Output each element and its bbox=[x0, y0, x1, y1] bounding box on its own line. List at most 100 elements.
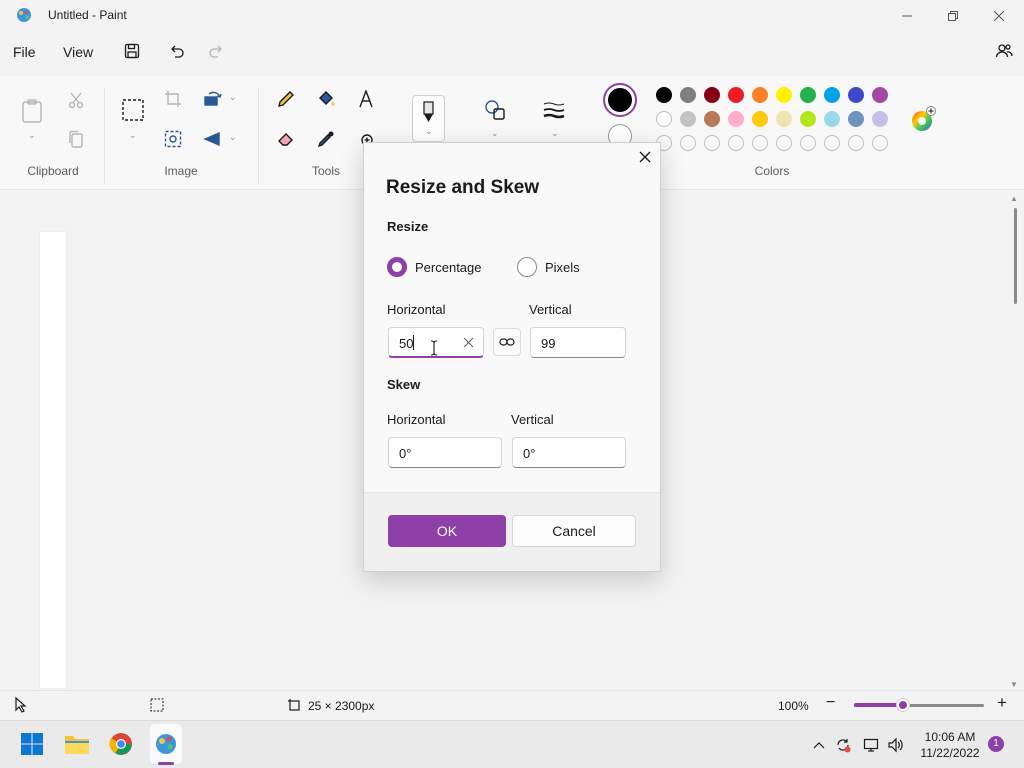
color-swatch[interactable] bbox=[848, 87, 864, 103]
pencil-icon bbox=[278, 91, 294, 107]
eraser-button[interactable] bbox=[274, 127, 298, 151]
shapes-chevron-icon[interactable]: ⌄ bbox=[491, 128, 499, 139]
percentage-radio-label[interactable]: Percentage bbox=[415, 260, 482, 275]
color-swatch[interactable] bbox=[728, 87, 744, 103]
dialog-title: Resize and Skew bbox=[386, 177, 540, 198]
color-swatch[interactable] bbox=[872, 87, 888, 103]
color-swatch[interactable] bbox=[872, 111, 888, 127]
color-swatch[interactable] bbox=[728, 111, 744, 127]
size-button[interactable] bbox=[542, 98, 566, 122]
selection-button[interactable] bbox=[120, 97, 146, 123]
flip-chevron-icon[interactable]: ⌄ bbox=[229, 132, 237, 143]
paste-button[interactable] bbox=[20, 98, 44, 124]
custom-color-slot[interactable] bbox=[824, 135, 840, 151]
maintain-aspect-ratio-toggle[interactable] bbox=[493, 328, 521, 356]
color-swatch[interactable] bbox=[752, 111, 768, 127]
color-swatch[interactable] bbox=[824, 111, 840, 127]
sync-alert-icon bbox=[837, 739, 851, 753]
sync-tray-button[interactable] bbox=[834, 736, 852, 754]
color-swatch[interactable] bbox=[800, 111, 816, 127]
paint-taskbar-button[interactable] bbox=[150, 728, 182, 760]
color-swatch[interactable] bbox=[680, 87, 696, 103]
zoom-slider-thumb[interactable] bbox=[897, 699, 909, 711]
custom-color-slot[interactable] bbox=[704, 135, 720, 151]
color-picker-button[interactable] bbox=[314, 127, 338, 151]
cut-button[interactable] bbox=[64, 88, 88, 112]
color-swatch[interactable] bbox=[656, 111, 672, 127]
network-tray-button[interactable] bbox=[862, 736, 880, 754]
redo-button[interactable] bbox=[205, 40, 227, 62]
taskbar-clock[interactable]: 10:06 AM 11/22/2022 bbox=[914, 729, 986, 761]
vertical-scrollbar-thumb[interactable] bbox=[1014, 208, 1017, 304]
clear-input-icon[interactable] bbox=[463, 336, 474, 351]
image-select-button[interactable] bbox=[161, 127, 185, 151]
paste-chevron-icon[interactable]: ⌄ bbox=[28, 130, 36, 141]
ok-button[interactable]: OK bbox=[388, 515, 506, 547]
rotate-button[interactable] bbox=[201, 87, 225, 111]
primary-color-button[interactable] bbox=[603, 83, 637, 117]
copy-button[interactable] bbox=[64, 127, 88, 151]
scroll-down-arrow[interactable]: ▼ bbox=[1010, 680, 1018, 689]
close-button[interactable] bbox=[976, 0, 1022, 32]
color-swatch[interactable] bbox=[776, 111, 792, 127]
zoom-slider-fill bbox=[854, 703, 903, 707]
save-button[interactable] bbox=[121, 40, 143, 62]
color-swatch[interactable] bbox=[704, 111, 720, 127]
file-explorer-button[interactable] bbox=[61, 728, 93, 760]
custom-color-slot[interactable] bbox=[776, 135, 792, 151]
selection-chevron-icon[interactable]: ⌄ bbox=[129, 130, 137, 141]
crop-button[interactable] bbox=[161, 87, 185, 111]
edit-colors-button[interactable] bbox=[910, 106, 936, 132]
menu-view[interactable]: View bbox=[63, 44, 93, 60]
custom-color-slot[interactable] bbox=[728, 135, 744, 151]
account-button[interactable] bbox=[993, 40, 1015, 62]
skew-horizontal-input[interactable]: 0° bbox=[388, 437, 502, 468]
dialog-close-button[interactable] bbox=[634, 146, 656, 168]
custom-color-slot[interactable] bbox=[872, 135, 888, 151]
skew-vertical-input[interactable]: 0° bbox=[512, 437, 626, 468]
pencil-button[interactable] bbox=[274, 87, 298, 111]
show-hidden-icons-button[interactable] bbox=[810, 736, 828, 754]
notification-badge[interactable]: 1 bbox=[988, 736, 1004, 752]
percentage-radio[interactable] bbox=[387, 257, 407, 277]
pixels-radio[interactable] bbox=[517, 257, 537, 277]
resize-vertical-input[interactable]: 99 bbox=[530, 327, 626, 358]
brushes-button[interactable]: ⌄ bbox=[412, 95, 445, 142]
scroll-up-arrow[interactable]: ▲ bbox=[1010, 194, 1018, 203]
drawing-canvas[interactable] bbox=[40, 232, 66, 688]
pixels-radio-label[interactable]: Pixels bbox=[545, 260, 580, 275]
text-button[interactable] bbox=[354, 87, 378, 111]
flip-button[interactable] bbox=[201, 127, 225, 151]
zoom-level-text[interactable]: 100% bbox=[778, 699, 809, 713]
color-swatch[interactable] bbox=[680, 111, 696, 127]
speaker-icon bbox=[888, 737, 903, 753]
start-button[interactable] bbox=[16, 728, 48, 760]
color-swatch[interactable] bbox=[848, 111, 864, 127]
color-swatch[interactable] bbox=[800, 87, 816, 103]
cancel-button[interactable]: Cancel bbox=[512, 515, 636, 547]
color-swatch[interactable] bbox=[776, 87, 792, 103]
minimize-button[interactable] bbox=[884, 0, 930, 32]
color-swatch[interactable] bbox=[752, 87, 768, 103]
volume-tray-button[interactable] bbox=[886, 736, 904, 754]
skew-vertical-label: Vertical bbox=[511, 412, 554, 427]
restore-button[interactable] bbox=[930, 0, 976, 32]
color-swatch[interactable] bbox=[656, 87, 672, 103]
shapes-button[interactable] bbox=[483, 98, 507, 122]
custom-color-slot[interactable] bbox=[800, 135, 816, 151]
size-chevron-icon[interactable]: ⌄ bbox=[551, 128, 559, 139]
undo-button[interactable] bbox=[166, 40, 188, 62]
selection-rectangle-icon bbox=[122, 99, 144, 121]
fill-button[interactable] bbox=[314, 87, 338, 111]
menu-file[interactable]: File bbox=[13, 44, 36, 60]
rotate-chevron-icon[interactable]: ⌄ bbox=[229, 92, 237, 103]
custom-color-slot[interactable] bbox=[680, 135, 696, 151]
custom-color-slot[interactable] bbox=[848, 135, 864, 151]
ribbon-divider bbox=[104, 88, 105, 184]
zoom-in-icon[interactable]: + bbox=[997, 694, 1011, 711]
chrome-button[interactable] bbox=[105, 728, 137, 760]
color-swatch[interactable] bbox=[704, 87, 720, 103]
custom-color-slot[interactable] bbox=[752, 135, 768, 151]
zoom-out-icon[interactable]: − bbox=[826, 695, 840, 712]
color-swatch[interactable] bbox=[824, 87, 840, 103]
